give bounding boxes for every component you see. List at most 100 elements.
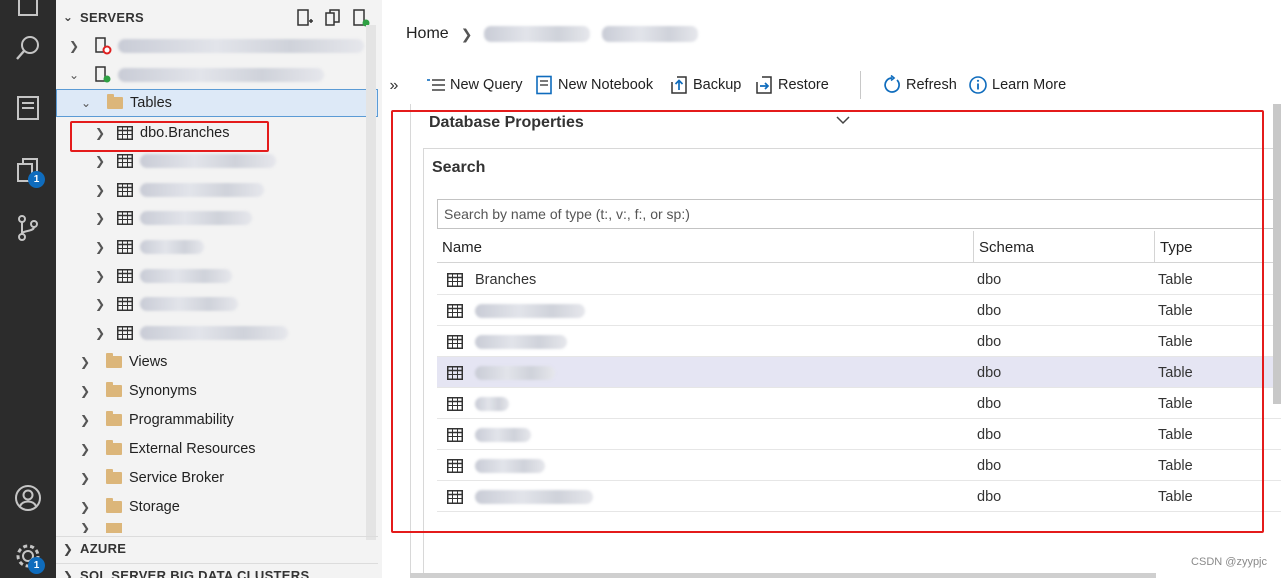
folder-icon [105,498,123,515]
new-server-group-icon[interactable] [324,9,342,27]
tree-item-external-resources[interactable]: ❯ External Resources [56,436,378,462]
content-scrollbar[interactable] [1273,104,1281,404]
database-properties-header[interactable]: Database Properties [429,114,584,132]
table-row[interactable]: dbo Table [437,419,1281,450]
column-header-schema[interactable]: Schema [974,231,1155,263]
server-node[interactable]: ❯ [56,33,378,59]
chevron-right-icon: ❯ [94,269,106,283]
tree-item-tables[interactable]: ⌄ Tables [56,89,378,117]
table-name-redacted [140,211,252,225]
table-name-redacted [140,297,238,311]
tree-item-table[interactable]: ❯ [56,205,378,231]
notebook-icon[interactable] [8,88,48,128]
table-icon [116,153,134,169]
chevron-right-icon: ❯ [94,326,106,340]
tree-item-table[interactable]: ❯ [56,263,378,289]
folder-label: Storage [129,499,180,515]
table-row[interactable]: dbo Table [437,450,1281,481]
table-name: dbo.Branches [140,125,230,141]
chevron-right-icon: ❯ [62,568,74,578]
azure-section-header[interactable]: ❯ AZURE [56,536,378,560]
table-row[interactable]: dbo Table [437,481,1281,512]
database-dashboard: Home ❯ » New Query New Notebook Backup R… [378,0,1281,578]
table-icon [447,334,463,349]
explorer-icon[interactable] [8,0,48,26]
chevron-down-icon[interactable] [835,112,851,128]
folder-icon [105,353,123,370]
settings-badge: 1 [28,557,45,574]
cell-name [437,295,974,326]
chevron-right-icon: ❯ [94,297,106,311]
activity-bar: 1 1 [0,0,56,578]
tree-item-table[interactable]: ❯ [56,320,378,346]
cell-type: Table [1158,271,1193,288]
table-row[interactable]: dbo Table [437,357,1281,388]
tree-item-security-partial[interactable]: ❯ [56,523,378,533]
new-notebook-button[interactable]: New Notebook [534,74,653,96]
table-icon [116,182,134,198]
tree-item-table[interactable]: ❯ [56,148,378,174]
chevron-down-icon: ⌄ [68,68,80,82]
grid-header: Name Schema Type [437,231,1281,263]
folder-label: Service Broker [129,470,225,486]
cell-type: Table [1158,302,1193,319]
breadcrumb-server-redacted[interactable] [484,26,591,42]
chevron-right-icon: ❯ [460,25,473,42]
connections-icon[interactable]: 1 [8,150,48,190]
new-connection-icon[interactable] [296,9,314,27]
collapse-panel-icon[interactable]: » [384,76,404,96]
refresh-label: Refresh [906,77,957,93]
new-query-button[interactable]: New Query [426,74,523,96]
breadcrumb-home[interactable]: Home [406,25,449,43]
tree-item-service-broker[interactable]: ❯ Service Broker [56,465,378,491]
breadcrumb-database-redacted[interactable] [602,26,699,42]
column-header-type[interactable]: Type [1155,231,1281,263]
tree-item-programmability[interactable]: ❯ Programmability [56,407,378,433]
table-row[interactable]: Branches dbo Table [437,264,1281,295]
cell-type: Table [1158,395,1193,412]
tree-item-synonyms[interactable]: ❯ Synonyms [56,378,378,404]
row-name-redacted [475,396,509,411]
notebook-icon [536,75,552,95]
account-icon[interactable] [8,478,48,518]
refresh-button[interactable]: Refresh [882,74,957,96]
tree-item-table[interactable]: ❯ [56,291,378,317]
cell-schema: dbo [977,364,1002,381]
cell-name [437,388,974,419]
info-icon [969,76,987,94]
source-control-icon[interactable] [8,208,48,248]
tree-item-storage[interactable]: ❯ Storage [56,494,378,520]
folder-label: Programmability [129,412,234,428]
restore-button[interactable]: Restore [754,74,829,96]
tree-item-table[interactable]: ❯ [56,234,378,260]
column-header-name[interactable]: Name [437,231,974,263]
chevron-down-icon: ⌄ [62,10,74,24]
folder-icon [105,523,123,533]
cell-name [437,419,974,450]
chevron-right-icon: ❯ [94,126,106,140]
tree-item-table[interactable]: ❯ [56,177,378,203]
search-input[interactable] [437,199,1281,229]
tree-item-views[interactable]: ❯ Views [56,349,378,375]
chevron-right-icon: ❯ [79,413,91,427]
bdc-section-header[interactable]: ❯ SQL SERVER BIG DATA CLUSTERS [56,563,378,578]
backup-button[interactable]: Backup [669,74,741,96]
table-row[interactable]: dbo Table [437,295,1281,326]
chevron-right-icon: ❯ [62,541,74,556]
sidebar-scrollbar[interactable] [366,25,376,540]
learn-more-button[interactable]: Learn More [968,74,1066,96]
bdc-header-label: SQL SERVER BIG DATA CLUSTERS [80,568,310,578]
table-row[interactable]: dbo Table [437,388,1281,419]
table-icon [447,427,463,442]
dashboard-content: Database Properties Search Name Schema T… [410,104,1281,578]
breadcrumb: Home ❯ [406,22,699,46]
tree-item-table[interactable]: ❯ dbo.Branches [56,120,378,146]
table-row[interactable]: dbo Table [437,326,1281,357]
horizontal-scrollbar[interactable] [410,573,1156,578]
cell-type: Table [1158,333,1193,350]
settings-icon[interactable]: 1 [8,536,48,576]
search-icon[interactable] [8,28,48,68]
cell-schema: dbo [977,333,1002,350]
server-node[interactable]: ⌄ [56,62,378,88]
servers-section-header[interactable]: ⌄ SERVERS [56,5,378,29]
